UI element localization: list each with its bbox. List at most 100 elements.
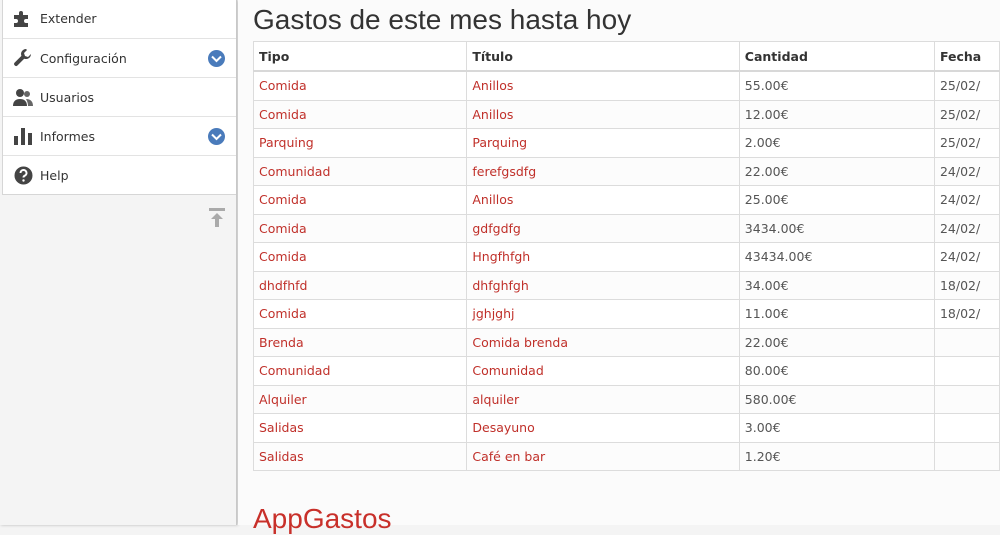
sidebar-item-configuracion[interactable]: Configuración bbox=[3, 38, 236, 77]
app-title: AppGastos bbox=[253, 503, 392, 534]
row-tipo-link[interactable]: Comunidad bbox=[252, 356, 468, 386]
row-titulo-link[interactable]: jghjghj bbox=[466, 299, 740, 329]
table-row: Alquiler alquiler 580.00€ bbox=[252, 384, 1000, 414]
row-cantidad: 43434.00€ bbox=[738, 242, 935, 272]
collapse-up-icon[interactable] bbox=[209, 208, 225, 228]
row-fecha: 24/02/ bbox=[933, 185, 1000, 215]
row-titulo-link[interactable]: Comida brenda bbox=[466, 327, 740, 357]
row-cantidad: 55.00€ bbox=[738, 70, 935, 101]
table-row: Salidas Café en bar 1.20€ bbox=[252, 441, 1000, 471]
table-row: Brenda Comida brenda 22.00€ bbox=[252, 327, 1000, 357]
row-cantidad: 22.00€ bbox=[738, 327, 935, 357]
row-tipo-link[interactable]: Comida bbox=[252, 299, 468, 329]
column-header-tipo[interactable]: Tipo bbox=[252, 41, 468, 72]
row-titulo-link[interactable]: Desayuno bbox=[466, 413, 740, 443]
row-cantidad: 3434.00€ bbox=[738, 213, 935, 243]
row-fecha: 25/02/ bbox=[933, 70, 1000, 101]
chevron-down-icon[interactable] bbox=[208, 50, 225, 67]
users-icon bbox=[12, 87, 34, 107]
row-tipo-link[interactable]: Comunidad bbox=[252, 156, 468, 186]
row-tipo-link[interactable]: Salidas bbox=[252, 441, 468, 471]
row-cantidad: 12.00€ bbox=[738, 99, 935, 129]
row-fecha bbox=[933, 413, 1000, 443]
row-titulo-link[interactable]: alquiler bbox=[466, 384, 740, 414]
row-tipo-link[interactable]: Comida bbox=[252, 185, 468, 215]
chevron-down-icon[interactable] bbox=[208, 128, 225, 145]
table-row: Comida Anillos 55.00€ 25/02/ bbox=[252, 70, 1000, 101]
row-fecha: 24/02/ bbox=[933, 156, 1000, 186]
table-row: Comida Anillos 12.00€ 25/02/ bbox=[252, 99, 1000, 129]
row-fecha: 18/02/ bbox=[933, 270, 1000, 300]
row-fecha: 24/02/ bbox=[933, 213, 1000, 243]
table-row: Parquing Parquing 2.00€ 25/02/ bbox=[252, 128, 1000, 158]
row-tipo-link[interactable]: Salidas bbox=[252, 413, 468, 443]
sidebar-item-informes[interactable]: Informes bbox=[3, 116, 236, 155]
row-tipo-link[interactable]: Alquiler bbox=[252, 384, 468, 414]
row-titulo-link[interactable]: Anillos bbox=[466, 185, 740, 215]
row-cantidad: 2.00€ bbox=[738, 128, 935, 158]
table-row: Comida Hngfhfgh 43434.00€ 24/02/ bbox=[252, 242, 1000, 272]
row-fecha: 25/02/ bbox=[933, 128, 1000, 158]
sidebar-item-label: Configuración bbox=[40, 50, 127, 66]
sidebar-item-usuarios[interactable]: Usuarios bbox=[3, 77, 236, 116]
table-row: Salidas Desayuno 3.00€ bbox=[252, 413, 1000, 443]
row-tipo-link[interactable]: Comida bbox=[252, 99, 468, 129]
help-icon bbox=[12, 165, 34, 185]
main-content: Gastos de este mes hasta hoy Tipo Título… bbox=[238, 0, 1000, 534]
page-title: Gastos de este mes hasta hoy bbox=[253, 4, 632, 35]
column-header-titulo[interactable]: Título bbox=[466, 41, 740, 72]
row-fecha: 18/02/ bbox=[933, 299, 1000, 329]
row-titulo-link[interactable]: Hngfhfgh bbox=[466, 242, 740, 272]
table-body: Comida Anillos 55.00€ 25/02/Comida Anillos 12… bbox=[252, 70, 1000, 471]
sidebar-item-label: Help bbox=[40, 167, 69, 183]
row-tipo-link[interactable]: Comida bbox=[252, 213, 468, 243]
column-header-fecha[interactable]: Fecha bbox=[933, 41, 1000, 72]
table-row: Comunidad ferefgsdfg 22.00€ 24/02/ bbox=[252, 156, 1000, 186]
row-cantidad: 580.00€ bbox=[738, 384, 935, 414]
table-row: Comida gdfgdfg 3434.00€ 24/02/ bbox=[252, 213, 1000, 243]
row-fecha: 25/02/ bbox=[933, 99, 1000, 129]
sidebar-item-label: Usuarios bbox=[40, 89, 95, 105]
table-row: Comunidad Comunidad 80.00€ bbox=[252, 356, 1000, 386]
table-header-row: Tipo Título Cantidad Fecha bbox=[252, 41, 1000, 72]
row-titulo-link[interactable]: gdfgdfg bbox=[466, 213, 740, 243]
expenses-table: Tipo Título Cantidad Fecha Comida Anillos… bbox=[252, 41, 1000, 471]
row-titulo-link[interactable]: Anillos bbox=[466, 99, 740, 129]
sidebar-item-label: Informes bbox=[40, 128, 95, 144]
table-row: Comida Anillos 25.00€ 24/02/ bbox=[252, 185, 1000, 215]
row-titulo-link[interactable]: Comunidad bbox=[466, 356, 740, 386]
row-cantidad: 34.00€ bbox=[738, 270, 935, 300]
row-tipo-link[interactable]: dhdfhfd bbox=[252, 270, 468, 300]
row-cantidad: 22.00€ bbox=[738, 156, 935, 186]
row-titulo-link[interactable]: Café en bar bbox=[466, 441, 740, 471]
row-fecha: 24/02/ bbox=[933, 242, 1000, 272]
row-titulo-link[interactable]: Parquing bbox=[466, 128, 740, 158]
row-cantidad: 80.00€ bbox=[738, 356, 935, 386]
row-fecha bbox=[933, 441, 1000, 471]
row-cantidad: 25.00€ bbox=[738, 185, 935, 215]
row-tipo-link[interactable]: Brenda bbox=[252, 327, 468, 357]
table-row: dhdfhfd dhfghfgh 34.00€ 18/02/ bbox=[252, 270, 1000, 300]
row-tipo-link[interactable]: Comida bbox=[252, 70, 468, 101]
row-cantidad: 1.20€ bbox=[738, 441, 935, 471]
row-cantidad: 3.00€ bbox=[738, 413, 935, 443]
row-fecha bbox=[933, 327, 1000, 357]
row-titulo-link[interactable]: Anillos bbox=[466, 70, 740, 101]
row-tipo-link[interactable]: Parquing bbox=[252, 128, 468, 158]
sidebar-item-label: Extender bbox=[40, 10, 97, 26]
row-titulo-link[interactable]: ferefgsdfg bbox=[466, 156, 740, 186]
sidebar-item-extender[interactable]: Extender bbox=[3, 0, 236, 38]
puzzle-icon bbox=[12, 8, 34, 28]
row-fecha bbox=[933, 356, 1000, 386]
sidebar: Extender Configuración Usuarios Informes bbox=[0, 0, 237, 525]
column-header-cantidad[interactable]: Cantidad bbox=[738, 41, 935, 72]
table-row: Comida jghjghj 11.00€ 18/02/ bbox=[252, 299, 1000, 329]
row-titulo-link[interactable]: dhfghfgh bbox=[466, 270, 740, 300]
sidebar-menu: Extender Configuración Usuarios Informes bbox=[2, 0, 236, 195]
row-fecha bbox=[933, 384, 1000, 414]
bar-chart-icon bbox=[12, 126, 34, 146]
sidebar-item-help[interactable]: Help bbox=[3, 155, 236, 194]
row-tipo-link[interactable]: Comida bbox=[252, 242, 468, 272]
wrench-icon bbox=[12, 48, 34, 68]
row-cantidad: 11.00€ bbox=[738, 299, 935, 329]
